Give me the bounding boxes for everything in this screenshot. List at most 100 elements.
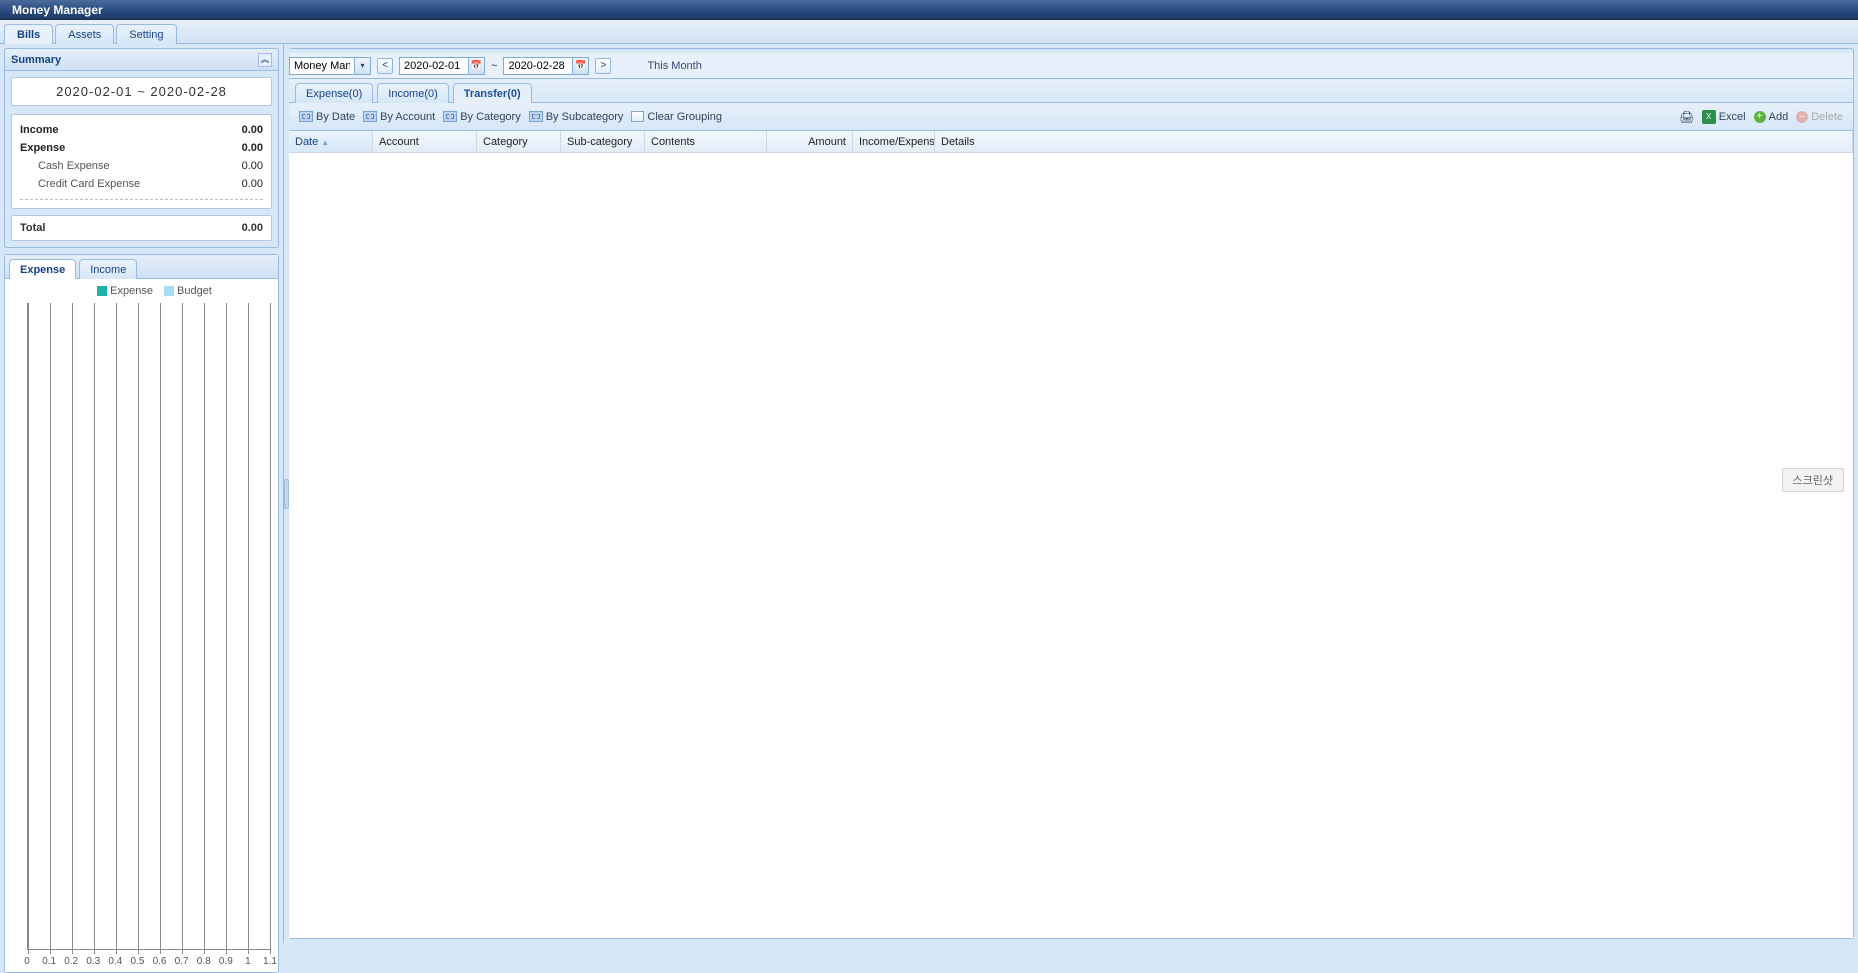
summary-separator (20, 199, 263, 200)
main-tabs: Bills Assets Setting (0, 20, 1858, 44)
col-details[interactable]: Details (935, 131, 1853, 152)
main-panel: < 📅 ~ 📅 > This Month Expense(0) Income(0… (289, 48, 1854, 939)
add-icon: + (1754, 111, 1766, 123)
summary-income-value: 0.00 (242, 124, 263, 136)
excel-label: Excel (1719, 111, 1746, 123)
summary-total: Total 0.00 (11, 215, 272, 241)
next-period-button[interactable]: > (595, 58, 611, 74)
chart-panel: Expense Income Expense Budget 00.10.20.3… (4, 254, 279, 973)
grid-header: Date▲ Account Category Sub-category Cont… (289, 131, 1853, 153)
clear-grouping-label: Clear Grouping (647, 111, 722, 123)
summary-row-cash: Cash Expense 0.00 (20, 157, 263, 175)
chart-area: Expense Budget 00.10.20.30.40.50.60.70.8… (5, 279, 278, 972)
col-income-expense[interactable]: Income/Expense (853, 131, 935, 152)
excel-icon: X (1702, 110, 1716, 124)
summary-total-value: 0.00 (242, 222, 263, 234)
date-to-calendar-icon[interactable]: 📅 (572, 58, 588, 74)
col-amount[interactable]: Amount (767, 131, 853, 152)
summary-row-credit: Credit Card Expense 0.00 (20, 175, 263, 193)
print-icon (1680, 110, 1694, 124)
date-filter-bar: < 📅 ~ 📅 > This Month (289, 53, 1853, 79)
col-date-label: Date (295, 136, 318, 148)
summary-credit-value: 0.00 (242, 178, 263, 190)
group-by-subcategory-button[interactable]: By Subcategory (525, 109, 628, 125)
export-excel-button[interactable]: XExcel (1698, 108, 1750, 126)
group-icon (443, 111, 457, 122)
col-contents[interactable]: Contents (645, 131, 767, 152)
group-icon (529, 111, 543, 122)
tab-setting[interactable]: Setting (116, 24, 176, 44)
sub-tab-income[interactable]: Income(0) (377, 83, 449, 103)
chart-tab-income[interactable]: Income (79, 259, 137, 279)
add-label: Add (1769, 111, 1789, 123)
add-button[interactable]: +Add (1750, 109, 1793, 125)
group-by-date-label: By Date (316, 111, 355, 123)
col-date[interactable]: Date▲ (289, 131, 373, 152)
summary-row-income: Income 0.00 (20, 121, 263, 139)
col-subcategory[interactable]: Sub-category (561, 131, 645, 152)
summary-date-range: 2020-02-01 ~ 2020-02-28 (11, 77, 272, 106)
col-category[interactable]: Category (477, 131, 561, 152)
col-account[interactable]: Account (373, 131, 477, 152)
sort-asc-icon: ▲ (321, 138, 329, 147)
date-from[interactable]: 📅 (399, 57, 485, 75)
summary-collapse-button[interactable]: ︽ (258, 53, 272, 67)
summary-title: Summary (11, 49, 61, 71)
print-button[interactable] (1676, 108, 1698, 126)
splitter[interactable] (284, 44, 289, 943)
summary-expense-label: Expense (20, 142, 65, 154)
chart-grid (27, 303, 270, 950)
summary-row-expense: Expense 0.00 (20, 139, 263, 157)
summary-cash-label: Cash Expense (20, 160, 110, 172)
group-by-date-button[interactable]: By Date (295, 109, 359, 125)
legend-swatch-budget (164, 286, 174, 296)
legend-label-expense: Expense (110, 285, 153, 297)
prev-period-button[interactable]: < (377, 58, 393, 74)
chart-tab-expense[interactable]: Expense (9, 259, 76, 279)
sub-tab-transfer[interactable]: Transfer(0) (453, 83, 532, 103)
grid-body[interactable] (289, 153, 1853, 938)
account-combo[interactable] (289, 57, 371, 75)
group-by-category-button[interactable]: By Category (439, 109, 525, 125)
delete-icon: – (1796, 111, 1808, 123)
screenshot-floating-label[interactable]: 스크린샷 (1782, 468, 1844, 492)
date-to-input[interactable] (504, 58, 572, 74)
clear-grouping-button[interactable]: Clear Grouping (627, 109, 726, 125)
legend-label-budget: Budget (177, 285, 212, 297)
summary-header: Summary ︽ (5, 49, 278, 71)
group-by-subcategory-label: By Subcategory (546, 111, 624, 123)
sub-tabs: Expense(0) Income(0) Transfer(0) (289, 79, 1853, 103)
tab-bills[interactable]: Bills (4, 24, 53, 44)
window-titlebar: Money Manager (0, 0, 1858, 20)
account-combo-dropdown-icon[interactable] (354, 58, 370, 74)
group-icon (363, 111, 377, 122)
sub-tab-expense[interactable]: Expense(0) (295, 83, 373, 103)
summary-total-label: Total (20, 222, 45, 234)
grid-toolbar: By Date By Account By Category By Subcat… (289, 103, 1853, 131)
account-combo-input[interactable] (290, 58, 354, 74)
group-by-account-button[interactable]: By Account (359, 109, 439, 125)
date-from-input[interactable] (400, 58, 468, 74)
summary-list: Income 0.00 Expense 0.00 Cash Expense 0.… (11, 114, 272, 209)
app-title: Money Manager (12, 3, 103, 17)
chart-x-labels: 00.10.20.30.40.50.60.70.80.911.1 (27, 956, 270, 970)
clear-group-icon (631, 111, 644, 122)
summary-expense-value: 0.00 (242, 142, 263, 154)
summary-panel: Summary ︽ 2020-02-01 ~ 2020-02-28 Income… (4, 48, 279, 248)
delete-button: –Delete (1792, 109, 1847, 125)
date-range-separator: ~ (491, 60, 497, 72)
group-by-category-label: By Category (460, 111, 521, 123)
legend-swatch-expense (97, 286, 107, 296)
date-from-calendar-icon[interactable]: 📅 (468, 58, 484, 74)
summary-cash-value: 0.00 (242, 160, 263, 172)
sidebar: Summary ︽ 2020-02-01 ~ 2020-02-28 Income… (0, 44, 284, 943)
delete-label: Delete (1811, 111, 1843, 123)
chart-tabs: Expense Income (5, 255, 278, 279)
tab-assets[interactable]: Assets (55, 24, 114, 44)
chart-legend: Expense Budget (27, 285, 274, 297)
date-to[interactable]: 📅 (503, 57, 589, 75)
splitter-handle-icon (284, 479, 289, 509)
group-icon (299, 111, 313, 122)
summary-credit-label: Credit Card Expense (20, 178, 140, 190)
period-label: This Month (647, 60, 701, 72)
